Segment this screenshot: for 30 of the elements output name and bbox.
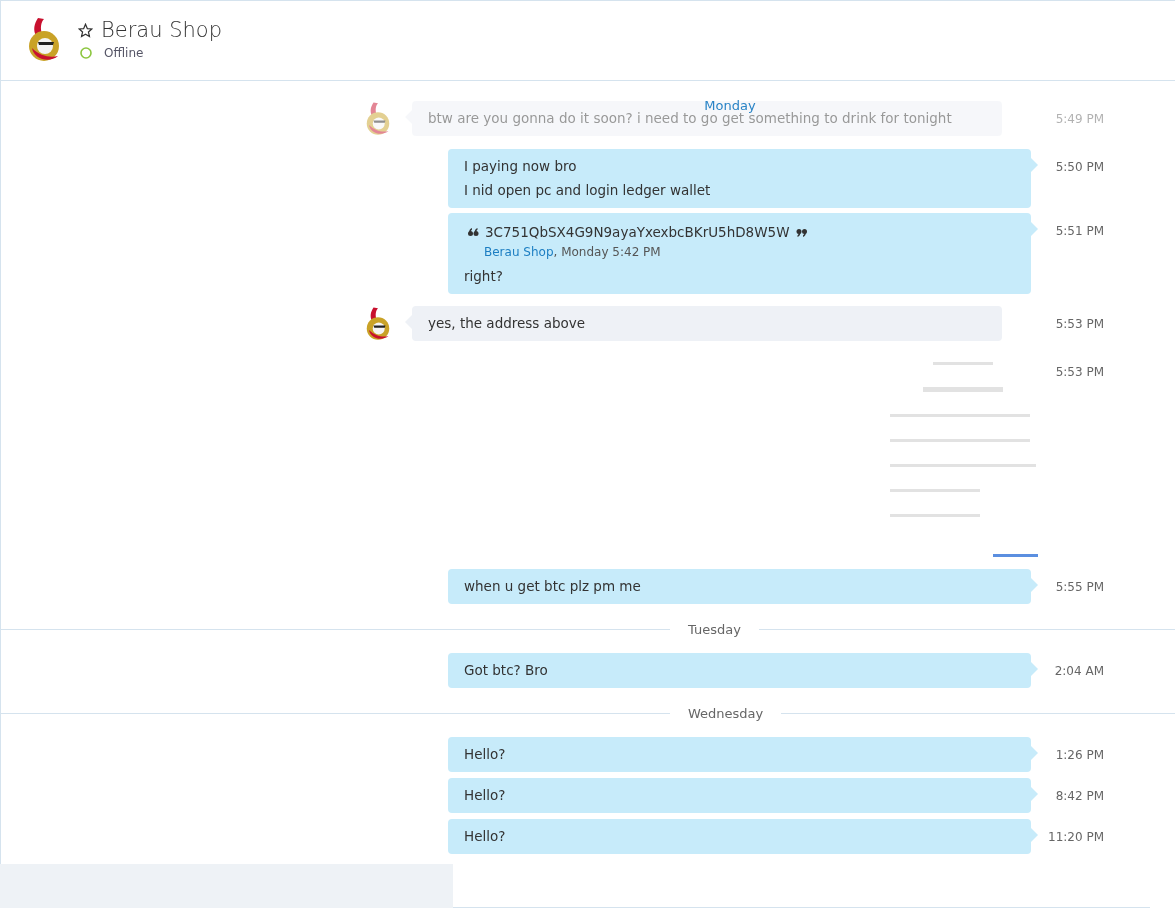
message-text: Hello? <box>464 786 507 805</box>
status-ring-icon <box>80 47 92 59</box>
message-time: 5:50 PM <box>1055 160 1104 174</box>
sticky-day-label: Monday <box>704 98 756 113</box>
message-time: 11:20 PM <box>1048 830 1104 844</box>
quote-attribution: Berau Shop, Monday 5:42 PM <box>484 244 662 261</box>
quoted-text: 3C751QbSX4G9N9ayaYxexbcBKrU5hD8W5W <box>485 223 790 242</box>
day-divider-label: Wednesday <box>688 705 764 721</box>
message-time: 8:42 PM <box>1055 789 1104 803</box>
message-text: right? <box>464 267 504 286</box>
contact-name: Berau Shop <box>101 18 222 42</box>
message-time: 5:51 PM <box>1055 224 1104 238</box>
message-text: Hello? <box>464 745 507 764</box>
day-divider-label: Tuesday <box>688 621 741 637</box>
message-time: 5:53 PM <box>1055 365 1104 379</box>
message-time: 5:55 PM <box>1055 580 1104 594</box>
message-text: yes, the address above <box>428 314 587 333</box>
message-text: I nid open pc and login ledger wallet <box>464 181 712 200</box>
message-time: 5:49 PM <box>1055 112 1104 126</box>
quote-close-icon <box>795 228 807 237</box>
status-text: Offline <box>104 46 144 60</box>
message-text: I paying now bro <box>464 157 578 176</box>
message-time: 1:26 PM <box>1055 748 1104 762</box>
message-text: Hello? <box>464 827 507 846</box>
message-time: 5:53 PM <box>1055 317 1104 331</box>
quote-open-icon <box>468 228 479 237</box>
message-text: Got btc? Bro <box>464 661 549 680</box>
message-time: 2:04 AM <box>1054 664 1104 678</box>
star-icon[interactable] <box>78 22 93 38</box>
message-text: when u get btc plz pm me <box>464 577 642 596</box>
